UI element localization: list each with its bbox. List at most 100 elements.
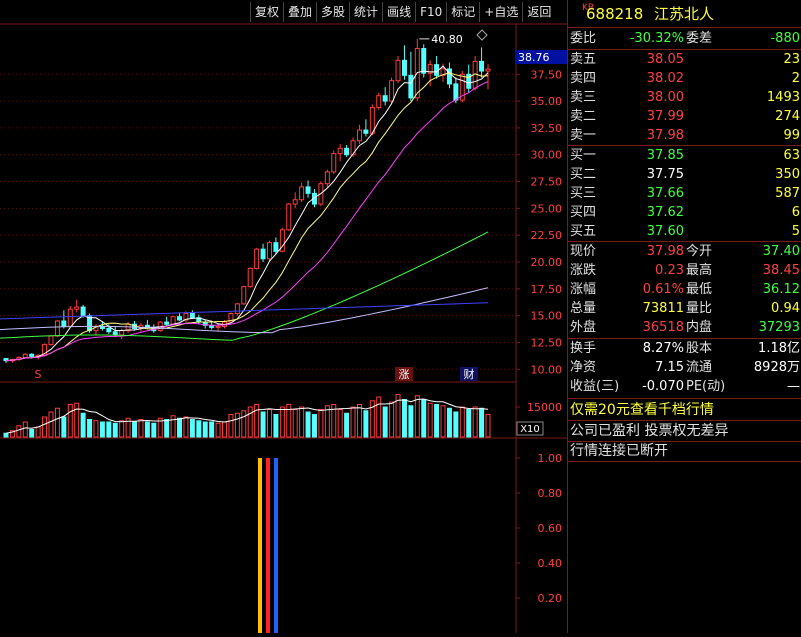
bid-row[interactable]: 买三 37.66 587 xyxy=(568,184,801,204)
level-volume: 99 xyxy=(783,128,800,143)
fund-label: 股本 xyxy=(686,341,713,356)
bid-row[interactable]: 买一 37.85 63 xyxy=(568,146,801,166)
level-price: 38.05 xyxy=(646,52,684,67)
toolbar-button[interactable]: 多股 xyxy=(316,2,349,22)
high-price-label: 40.80 xyxy=(431,33,463,46)
volume-bar xyxy=(440,405,446,438)
bid-row[interactable]: 买五 37.60 5 xyxy=(568,222,801,242)
chart-toolbar: 复权 叠加 多股 统计 画线 F10 标记 +自选 返回 xyxy=(250,2,555,22)
volume-bar xyxy=(151,422,157,438)
toolbar-button[interactable]: 返回 xyxy=(522,2,555,22)
ask-row[interactable]: 卖一 37.98 99 xyxy=(568,126,801,146)
level-volume: 350 xyxy=(775,167,800,182)
fund-label: 净资 xyxy=(570,360,597,375)
toolbar-button[interactable]: F10 xyxy=(415,2,446,22)
indicator-tick-label: 1.00 xyxy=(538,452,563,465)
volume-bar xyxy=(80,412,86,438)
candle-up xyxy=(376,95,382,109)
candle-up xyxy=(119,330,125,336)
candle-down xyxy=(344,147,350,156)
stock-name: 江苏北人 xyxy=(654,5,715,23)
toolbar-button[interactable]: 复权 xyxy=(250,2,283,22)
volume-bar xyxy=(16,425,22,438)
volume-bar xyxy=(202,421,208,438)
candle-down xyxy=(401,59,407,76)
candle-up xyxy=(389,80,395,102)
candle-up xyxy=(292,199,298,205)
level-label: 买五 xyxy=(570,224,597,239)
candle-up xyxy=(286,203,292,231)
price-tick-label: 35.00 xyxy=(531,95,563,108)
toolbar-button[interactable]: 统计 xyxy=(349,2,382,22)
toolbar-button[interactable]: +自选 xyxy=(479,2,522,22)
ask-row[interactable]: 卖五 38.05 23 xyxy=(568,50,801,70)
candle-down xyxy=(479,60,485,72)
quote-row: 涨跌 0.23 最高 38.45 xyxy=(568,261,801,281)
volume-bar xyxy=(48,411,54,438)
volume-bar xyxy=(466,409,472,438)
level-volume: 274 xyxy=(775,109,800,124)
level-volume: 6 xyxy=(791,205,800,220)
price-tick-label: 25.00 xyxy=(531,202,563,215)
volume-bar xyxy=(247,406,253,438)
volume-bar xyxy=(234,412,240,438)
volume-bar xyxy=(485,414,491,438)
volume-bar xyxy=(279,406,285,438)
candle-down xyxy=(80,306,86,317)
price-tick-label: 17.50 xyxy=(531,283,563,296)
candle-down xyxy=(273,242,279,252)
candle-up xyxy=(170,316,176,325)
volume-tick-label: 15000 xyxy=(527,401,562,414)
fund-row: 收益(三) -0.070 PE(动) — xyxy=(568,377,801,397)
fund-label: PE(动) xyxy=(686,379,726,394)
toolbar-button[interactable]: 标记 xyxy=(446,2,479,22)
divider xyxy=(568,461,801,462)
volume-bar xyxy=(222,421,227,438)
level-label: 买一 xyxy=(570,148,597,163)
ask-row[interactable]: 卖二 37.99 274 xyxy=(568,107,801,127)
volume-bar xyxy=(376,396,382,438)
ask-row[interactable]: 卖三 38.00 1493 xyxy=(568,88,801,108)
toolbar-button[interactable]: 叠加 xyxy=(283,2,316,22)
stock-code: 688218 xyxy=(586,5,644,23)
volume-bar xyxy=(421,399,427,438)
candle-up xyxy=(234,303,240,314)
candle-down xyxy=(177,316,183,321)
volume-bar xyxy=(389,401,395,438)
entrust-ratio-label: 委比 xyxy=(570,31,597,46)
volume-bar xyxy=(119,420,125,438)
price-tick-label: 12.50 xyxy=(531,336,563,349)
volume-bar xyxy=(228,414,234,438)
bid-row[interactable]: 买二 37.75 350 xyxy=(568,165,801,185)
volume-bar xyxy=(273,414,279,438)
level-volume: 1493 xyxy=(766,90,800,105)
volume-bar xyxy=(260,411,266,438)
stat-value: 0.23 xyxy=(655,263,684,278)
level-volume: 5 xyxy=(791,224,800,239)
volume-bar xyxy=(61,416,67,438)
fund-row: 换手 8.27% 股本 1.18亿 xyxy=(568,339,801,359)
candle-down xyxy=(106,328,112,333)
ask-row[interactable]: 卖四 38.02 2 xyxy=(568,69,801,89)
volume-bar xyxy=(479,407,485,438)
entrust-ratio-value: -30.32% xyxy=(629,31,684,46)
stat-value: 37293 xyxy=(758,320,800,335)
divider xyxy=(568,398,801,399)
price-tick-label: 22.50 xyxy=(531,229,563,242)
volume-bar xyxy=(434,404,440,438)
stock-header: KR 688218 江苏北人 xyxy=(568,2,801,26)
candle-up xyxy=(267,242,272,260)
bid-row[interactable]: 买四 37.62 6 xyxy=(568,203,801,223)
level-price: 37.60 xyxy=(646,224,684,239)
volume-bar xyxy=(453,411,459,438)
entrust-row: 委比 -30.32% 委差 -880 xyxy=(568,29,801,49)
promo-link[interactable]: 仅需20元查看千档行情 xyxy=(568,400,801,420)
kline-chart[interactable]: 37.50 35.00 32.50 30.00 27.50 25.00 22.50 20.00… xyxy=(0,0,567,633)
volume-bar xyxy=(42,416,48,438)
volume-bar xyxy=(446,407,452,438)
toolbar-button[interactable]: 画线 xyxy=(382,2,415,22)
price-tick-label: 15.00 xyxy=(531,310,563,323)
long-ma-line xyxy=(0,302,489,320)
volume-bar xyxy=(3,432,9,438)
indicator-tick-label: 0.40 xyxy=(538,557,563,570)
